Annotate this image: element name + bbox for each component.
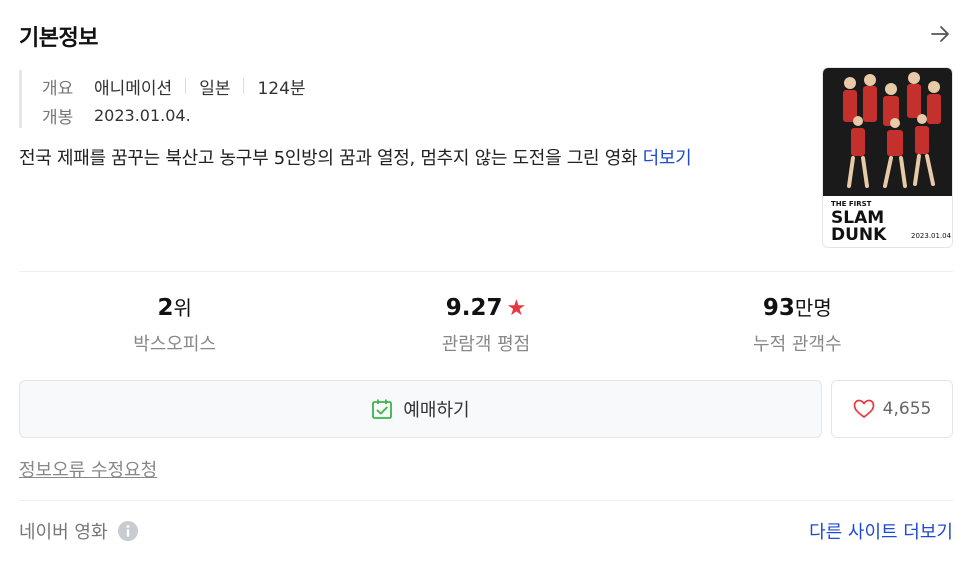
- box-office-rank: 2: [157, 295, 174, 321]
- genre-value: 애니메이션: [94, 78, 173, 99]
- divider: [19, 500, 953, 501]
- poster-image: THE FIRST SLAM DUNK 2023.01.04: [823, 68, 952, 247]
- source-label: 네이버 영화: [19, 522, 108, 543]
- arrow-right-icon[interactable]: [929, 23, 951, 45]
- action-buttons: 예매하기 4,655: [19, 380, 953, 438]
- audience-rating-value: 9.27: [445, 295, 503, 321]
- other-sites-link[interactable]: 다른 사이트 더보기: [809, 518, 953, 544]
- poster-title-line1: THE FIRST: [831, 200, 872, 208]
- section-title: 기본정보: [19, 26, 98, 51]
- overview-label: 개요: [42, 78, 74, 99]
- reserve-button-label: 예매하기: [403, 400, 470, 421]
- release-date-value: 2023.01.04.: [94, 105, 191, 125]
- synopsis-text: 전국 제패를 꿈꾸는 북산고 농구부 5인방의 꿈과 열정, 멈추지 않는 도전…: [19, 148, 643, 169]
- heart-icon: [853, 399, 875, 418]
- audience-rating-label: 관람객 평점: [441, 334, 531, 355]
- runtime-value: 124분: [257, 78, 306, 99]
- country-value: 일본: [199, 78, 231, 99]
- stat-audience[interactable]: 93만명 누적 관객수: [642, 292, 953, 362]
- calendar-check-icon: [372, 399, 393, 419]
- like-button[interactable]: 4,655: [831, 380, 953, 438]
- cumulative-audience-value: 93: [762, 295, 795, 321]
- stat-rating[interactable]: 9.27 ★ 관람객 평점: [330, 292, 641, 362]
- stats-row: 2위 박스오피스 9.27 ★ 관람객 평점 93만명 누적 관객수: [19, 292, 953, 362]
- divider: [19, 271, 953, 272]
- report-error-link[interactable]: 정보오류 수정요청: [19, 456, 157, 482]
- info-icon[interactable]: [117, 521, 138, 541]
- poster-date: 2023.01.04: [911, 232, 952, 240]
- like-count: 4,655: [882, 399, 932, 419]
- box-office-label: 박스오피스: [133, 334, 217, 355]
- footer-source: 네이버 영화: [19, 518, 138, 544]
- movie-poster[interactable]: THE FIRST SLAM DUNK 2023.01.04: [822, 67, 953, 248]
- release-row: 개봉 2023.01.04.: [42, 102, 306, 128]
- stat-box-office[interactable]: 2위 박스오피스: [19, 292, 330, 362]
- separator: [243, 78, 245, 94]
- reserve-button[interactable]: 예매하기: [19, 380, 822, 438]
- cumulative-audience-unit: 만명: [794, 296, 832, 320]
- info-block: 개요 애니메이션 일본 124분 개봉 2023.01.04.: [19, 70, 306, 128]
- section-header: 기본정보: [19, 20, 953, 56]
- box-office-rank-unit: 위: [173, 296, 192, 320]
- star-icon: ★: [506, 296, 527, 321]
- synopsis-more-link[interactable]: 더보기: [643, 148, 692, 169]
- separator: [185, 78, 187, 94]
- release-label: 개봉: [42, 107, 74, 128]
- cumulative-audience-label: 누적 관객수: [753, 334, 842, 355]
- overview-row: 개요 애니메이션 일본 124분: [42, 70, 306, 102]
- poster-title-line3: DUNK: [831, 225, 887, 245]
- synopsis: 전국 제패를 꿈꾸는 북산고 농구부 5인방의 꿈과 열정, 멈추지 않는 도전…: [19, 146, 799, 172]
